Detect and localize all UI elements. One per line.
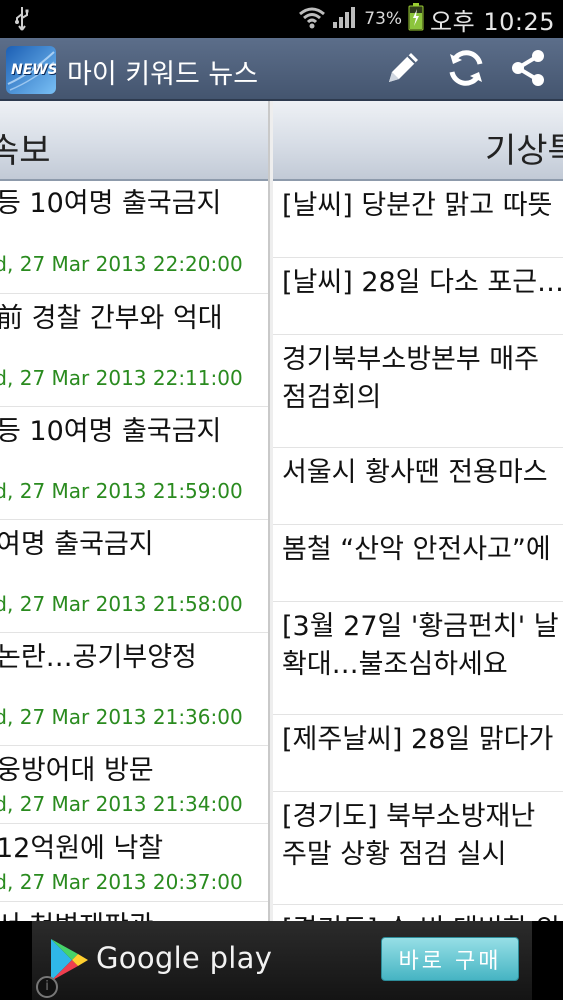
- clock: 오후 10:25: [430, 7, 555, 36]
- news-title: 봄철 “산악 안전사고”에: [282, 534, 551, 565]
- news-date: ed, 27 Mar 2013 21:58:00: [0, 592, 243, 616]
- news-date: We: [273, 417, 563, 441]
- news-date: We: [273, 225, 563, 249]
- news-title: 경기북부소방본부 매주: [282, 344, 539, 375]
- news-date: We: [273, 874, 563, 898]
- news-title: [3월 27일 '황금펀치' 날: [282, 611, 559, 642]
- news-date: ed, 27 Mar 2013 22:11:00: [0, 366, 243, 390]
- news-title: [제주날씨] 28일 맑다가: [282, 724, 554, 755]
- news-title-line2: 점검회의: [282, 382, 382, 413]
- news-item[interactable]: 12억원에 낙찰 ed, 27 Mar 2013 20:37:00: [0, 824, 268, 902]
- battery-charging-icon: [408, 3, 424, 35]
- news-title: 웅방어대 방문: [0, 755, 154, 786]
- news-item[interactable]: [날씨] 당분간 맑고 따뜻 We: [273, 181, 563, 258]
- news-item[interactable]: 경기북부소방본부 매주 점검회의 We: [273, 335, 563, 448]
- google-play-label: Google play: [96, 941, 273, 975]
- news-item[interactable]: [3월 27일 '황금펀치' 날 확대…불조심하세요 We: [273, 602, 563, 715]
- news-date: ed, 27 Mar 2013 21:36:00: [0, 705, 243, 729]
- news-item[interactable]: 등 10여명 출국금지 ed, 27 Mar 2013 22:20:00: [0, 181, 268, 294]
- news-title: 등 10여명 출국금지: [0, 188, 222, 219]
- column-weather-special[interactable]: 기상특 [날씨] 당분간 맑고 따뜻 We [날씨] 28일 다소 포근… We…: [273, 101, 563, 921]
- news-content: 속보 등 10여명 출국금지 ed, 27 Mar 2013 22:20:00 …: [0, 101, 563, 921]
- wifi-icon: [298, 5, 326, 33]
- ad-content[interactable]: Google play 바로 구매: [32, 921, 532, 1000]
- ad-info-icon[interactable]: i: [36, 976, 58, 998]
- pencil-icon: [381, 46, 425, 94]
- ad-banner[interactable]: Google play 바로 구매 i: [0, 921, 563, 1000]
- news-item[interactable]: 논란…공기부양정 ed, 27 Mar 2013 21:36:00: [0, 633, 268, 746]
- news-title: 여명 출국금지: [0, 529, 154, 560]
- news-item[interactable]: [제주날씨] 28일 맑다가 We: [273, 715, 563, 792]
- news-date: We: [273, 492, 563, 516]
- news-title: 등 10여명 출국금지: [0, 416, 222, 447]
- buy-now-button[interactable]: 바로 구매: [381, 937, 519, 981]
- refresh-button[interactable]: [440, 44, 492, 96]
- share-button[interactable]: [502, 44, 554, 96]
- news-date: We: [273, 684, 563, 708]
- news-title: [경기도] 수 비 대비한 안: [273, 905, 563, 921]
- news-title: [날씨] 당분간 맑고 따뜻: [282, 190, 553, 221]
- column-header-breaking[interactable]: 속보: [0, 101, 268, 181]
- signal-icon: [332, 5, 358, 33]
- news-item[interactable]: 웅방어대 방문 ed, 27 Mar 2013 21:34:00: [0, 746, 268, 824]
- share-icon: [506, 46, 550, 94]
- news-title-line2: 확대…불조심하세요: [282, 649, 508, 680]
- news-item[interactable]: [경기도] 수 비 대비한 안: [273, 905, 563, 921]
- column-header-weather[interactable]: 기상특: [273, 101, 563, 181]
- usb-icon: [14, 6, 30, 36]
- news-date: ed, 27 Mar 2013 20:37:00: [0, 870, 243, 894]
- news-item[interactable]: 서 천변재판관: [0, 902, 268, 921]
- battery-percent: 73%: [364, 9, 403, 29]
- refresh-icon: [444, 46, 488, 94]
- news-title: 논란…공기부양정: [0, 642, 197, 673]
- news-item[interactable]: 여명 출국금지 ed, 27 Mar 2013 21:58:00: [0, 520, 268, 633]
- news-item[interactable]: [날씨] 28일 다소 포근… We: [273, 258, 563, 335]
- app-logo-text: NEWS: [11, 62, 56, 78]
- news-date: ed, 27 Mar 2013 22:20:00: [0, 252, 243, 276]
- news-title-line2: 주말 상황 점검 실시: [282, 839, 507, 870]
- news-title: 12억원에 낙찰: [0, 833, 164, 864]
- status-bar: 73% 오후 10:25: [0, 0, 563, 38]
- news-item[interactable]: 前 경찰 간부와 억대 ed, 27 Mar 2013 22:11:00: [0, 294, 268, 407]
- news-date: We: [273, 569, 563, 593]
- news-title: [날씨] 28일 다소 포근…: [282, 267, 563, 298]
- news-title: 서울시 황사땐 전용마스: [282, 457, 548, 488]
- action-bar: NEWS 마이 키워드 뉴스: [0, 38, 563, 101]
- news-title: [경기도] 북부소방재난: [282, 801, 536, 832]
- news-date: We: [273, 302, 563, 326]
- news-date: ed, 27 Mar 2013 21:59:00: [0, 479, 243, 503]
- column-breaking-news[interactable]: 속보 등 10여명 출국금지 ed, 27 Mar 2013 22:20:00 …: [0, 101, 270, 921]
- news-date: ed, 27 Mar 2013 21:34:00: [0, 792, 243, 816]
- news-date: We: [273, 759, 563, 783]
- app-title: 마이 키워드 뉴스: [67, 59, 259, 90]
- news-title: 前 경찰 간부와 억대: [0, 303, 223, 334]
- news-item[interactable]: 서울시 황사땐 전용마스 We: [273, 448, 563, 525]
- news-item[interactable]: 봄철 “산악 안전사고”에 We: [273, 525, 563, 602]
- news-item[interactable]: [경기도] 북부소방재난 주말 상황 점검 실시 We: [273, 792, 563, 905]
- edit-keyword-button[interactable]: [377, 44, 429, 96]
- news-item[interactable]: 등 10여명 출국금지 ed, 27 Mar 2013 21:59:00: [0, 407, 268, 520]
- app-logo[interactable]: NEWS: [6, 46, 56, 94]
- news-title: 서 천변재판관: [0, 902, 268, 921]
